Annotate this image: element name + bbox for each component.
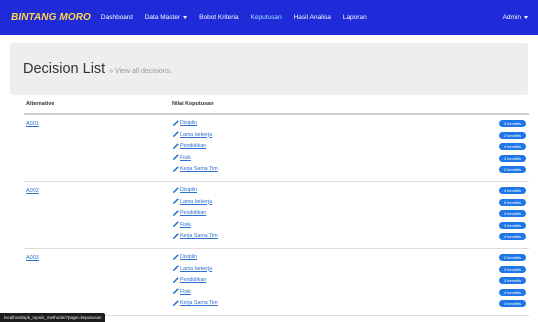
benefit-badge: 4 benefits (499, 143, 526, 150)
pencil-icon (172, 119, 179, 127)
criteria-edit-link[interactable]: Lama bekerja (172, 131, 212, 139)
criteria-label: Pendidikan (180, 277, 207, 283)
benefit-badge: 3 benefits (499, 265, 526, 273)
criteria-edit-link[interactable]: Fisik (172, 154, 191, 162)
table-header: Alternative Nilai Keputusan (24, 100, 529, 113)
criteria-label: Disiplin (180, 187, 198, 193)
criteria-label: Fisik (180, 288, 191, 295)
benefit-badge: 4 benefits (499, 187, 526, 194)
benefit-badge: 4 benefits (499, 288, 526, 296)
benefit-badge: 3 benefits (499, 221, 526, 229)
alternative-link[interactable]: A001 (26, 121, 39, 127)
pencil-icon (172, 276, 179, 284)
criteria-edit-link[interactable]: Fisik (172, 221, 191, 229)
benefit-badge: 2 benefits (499, 254, 526, 261)
criteria-label: Kerja Sama Tim (180, 233, 218, 239)
benefit-badge: 4 benefits (499, 233, 526, 240)
nav-dashboard[interactable]: Dashboard (101, 14, 133, 21)
nav-keputusan-label: Keputusan (250, 14, 282, 21)
nav-data-master-label: Data Master (144, 14, 181, 21)
criteria-label: Kerja Sama Tim (180, 166, 218, 172)
nav-dashboard-label: Dashboard (100, 14, 133, 21)
status-bar-url: localhost/spk_topsis_methode/?page=keput… (0, 313, 106, 322)
criteria-edit-link[interactable]: Pendidikan (172, 276, 206, 284)
criteria-label: Pendidikan (180, 143, 207, 149)
nav-laporan-label: Laporan (342, 14, 367, 21)
benefit-badge: 3 benefits (499, 120, 526, 127)
pencil-icon (172, 221, 179, 228)
nav-hasil-analisa-label: Hasil Analisa (293, 14, 331, 21)
page-title: Decision List » View all decisions. (23, 61, 172, 77)
criteria-label: Pendidikan (180, 210, 207, 216)
column-header-alternative: Alternative (26, 101, 55, 107)
pencil-icon (172, 209, 179, 217)
pencil-icon (172, 165, 179, 173)
caret-down-icon (183, 16, 188, 19)
pencil-icon (172, 142, 179, 150)
pencil-icon (172, 131, 179, 138)
benefit-badge: 3 benefits (499, 154, 526, 162)
criteria-label: Lama bekerja (180, 265, 213, 272)
criteria-edit-link[interactable]: Disiplin (172, 119, 197, 127)
admin-menu[interactable]: Admin (503, 0, 528, 35)
criteria-edit-link[interactable]: Disiplin (172, 186, 197, 194)
pencil-icon (172, 186, 179, 194)
criteria-edit-link[interactable]: Kerja Sama Tim (172, 299, 218, 307)
page-subtitle: » View all decisions. (109, 68, 173, 75)
pencil-icon (172, 232, 179, 240)
criteria-edit-link[interactable]: Disiplin (172, 253, 197, 261)
benefit-badge: 5 benefits (499, 198, 526, 206)
page-title-text: Decision List (23, 61, 106, 77)
top-navbar: BINTANG MORO Dashboard Data Master Bobot… (0, 0, 538, 35)
criteria-edit-link[interactable]: Pendidikan (172, 209, 206, 217)
row-divider (24, 248, 529, 249)
benefit-badge: 4 benefits (499, 300, 526, 307)
nav-bobot-kriteria[interactable]: Bobot Kriteria (199, 14, 238, 21)
pencil-icon (172, 299, 179, 307)
criteria-edit-link[interactable]: Kerja Sama Tim (172, 232, 218, 240)
criteria-label: Disiplin (180, 254, 198, 260)
criteria-label: Lama bekerja (180, 131, 213, 138)
criteria-label: Disiplin (180, 120, 198, 126)
benefit-badge: 2 benefits (499, 166, 526, 173)
criteria-label: Kerja Sama Tim (180, 300, 218, 306)
criteria-label: Lama bekerja (180, 198, 213, 205)
nav-laporan[interactable]: Laporan (343, 14, 367, 21)
pencil-icon (172, 154, 179, 161)
nav-keputusan[interactable]: Keputusan (251, 14, 282, 21)
criteria-edit-link[interactable]: Lama bekerja (172, 265, 212, 273)
criteria-edit-link[interactable]: Fisik (172, 288, 191, 296)
column-header-nilai-keputusan: Nilai Keputusan (172, 101, 214, 107)
alternative-link[interactable]: A003 (26, 255, 39, 261)
criteria-label: Fisik (180, 154, 191, 161)
pencil-icon (172, 288, 179, 295)
nav-bobot-kriteria-label: Bobot Kriteria (199, 14, 239, 21)
caret-down-icon (524, 16, 528, 19)
pencil-icon (172, 198, 179, 205)
benefit-badge: 3 benefits (499, 277, 526, 284)
criteria-edit-link[interactable]: Kerja Sama Tim (172, 165, 218, 173)
nav-data-master[interactable]: Data Master (144, 14, 188, 21)
row-divider (24, 181, 529, 182)
alternative-link[interactable]: A002 (26, 188, 39, 194)
pencil-icon (172, 265, 179, 272)
criteria-edit-link[interactable]: Lama bekerja (172, 198, 212, 206)
criteria-edit-link[interactable]: Pendidikan (172, 142, 206, 150)
brand-logo[interactable]: BINTANG MORO (11, 12, 91, 23)
admin-label: Admin (502, 14, 521, 21)
criteria-label: Fisik (180, 221, 191, 228)
benefit-badge: 4 benefits (499, 210, 526, 217)
pencil-icon (172, 253, 179, 261)
nav-hasil-analisa[interactable]: Hasil Analisa (294, 14, 331, 21)
table-header-divider (24, 113, 529, 115)
benefit-badge: 2 benefits (499, 131, 526, 139)
